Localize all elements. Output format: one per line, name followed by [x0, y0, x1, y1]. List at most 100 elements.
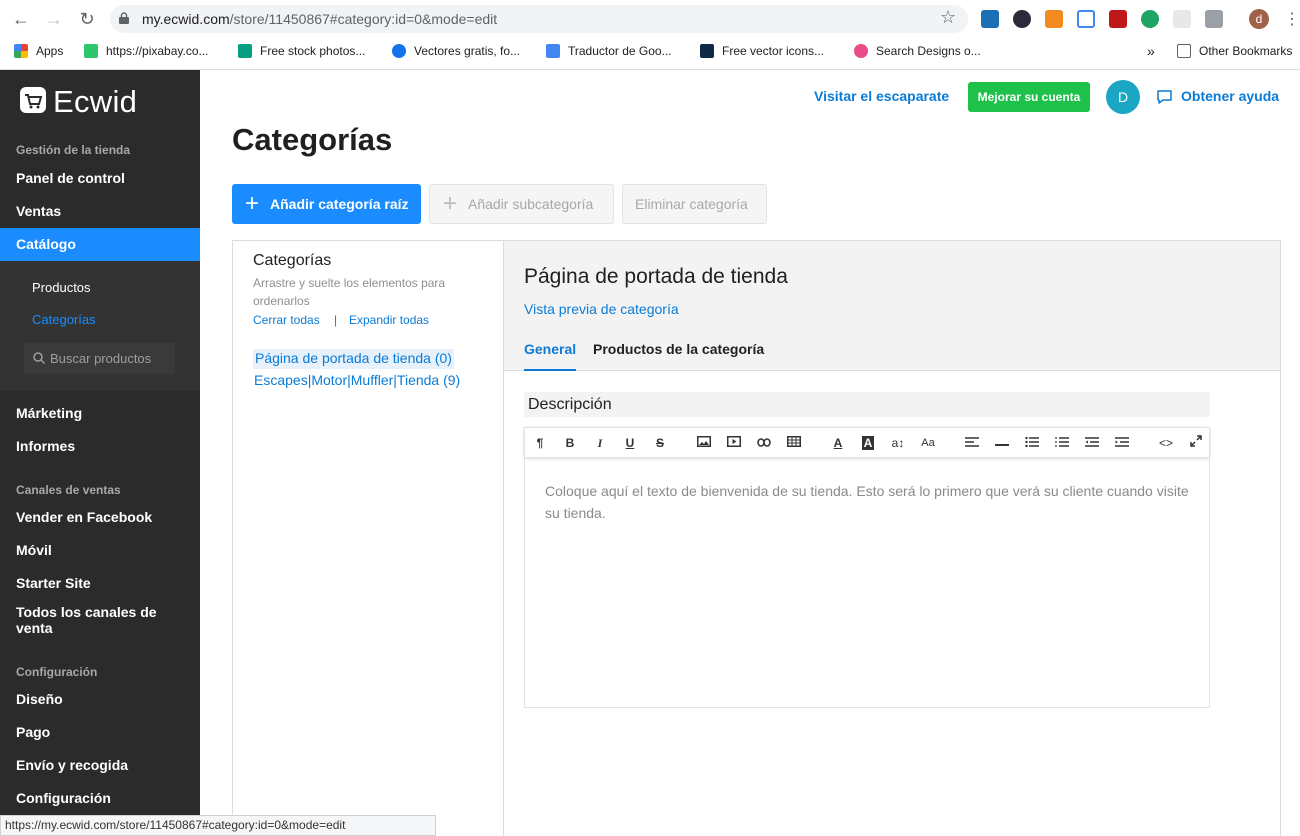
other-bookmarks[interactable]: Other Bookmarks: [1177, 41, 1292, 61]
category-title: Página de portada de tienda: [524, 265, 788, 288]
extension-check-icon[interactable]: [1141, 10, 1159, 28]
product-search-input[interactable]: Buscar productos: [24, 343, 175, 374]
indent-icon[interactable]: [1107, 428, 1137, 459]
tree-title: Categorías: [253, 252, 332, 269]
pexels-icon: [238, 44, 252, 58]
sidebar-item-payment[interactable]: Pago: [0, 716, 200, 749]
sidebar-item-design[interactable]: Diseño: [0, 683, 200, 716]
paragraph-icon[interactable]: ¶: [525, 428, 555, 459]
bookmark-apps[interactable]: Apps: [14, 41, 63, 61]
numbered-list-icon[interactable]: [1047, 428, 1077, 459]
bold-icon[interactable]: B: [555, 428, 585, 459]
video-icon[interactable]: [719, 428, 749, 459]
bookmark-translate[interactable]: Traductor de Goo...: [546, 41, 672, 61]
profile-avatar[interactable]: d: [1249, 9, 1269, 29]
extension-translate-icon[interactable]: [1077, 10, 1095, 28]
visit-storefront-link[interactable]: Visitar el escaparate: [814, 88, 949, 104]
tree-node-escapes[interactable]: Escapes|Motor|Muffler|Tienda (9): [254, 372, 460, 388]
sidebar-item-mobile[interactable]: Móvil: [0, 534, 200, 567]
chat-bubble-icon[interactable]: [1156, 89, 1173, 105]
sidebar-item-settings[interactable]: Configuración: [0, 782, 200, 815]
delete-category-button[interactable]: Eliminar categoría: [622, 184, 767, 224]
dribbble-icon: [854, 44, 868, 58]
description-editor[interactable]: Coloque aquí el texto de bienvenida de s…: [524, 458, 1210, 708]
image-icon[interactable]: [689, 428, 719, 459]
expand-all-link[interactable]: Expandir todas: [349, 313, 429, 327]
freepik-icon: [392, 44, 406, 58]
sidebar-item-starter-site[interactable]: Starter Site: [0, 567, 200, 600]
section-channels: Canales de ventas: [16, 483, 121, 497]
flaticon-icon: [700, 44, 714, 58]
account-avatar[interactable]: D: [1106, 80, 1140, 114]
brand-logo[interactable]: Ecwid: [53, 84, 137, 120]
tree-node-storefront[interactable]: Página de portada de tienda (0): [253, 349, 454, 369]
strikethrough-icon[interactable]: S: [645, 428, 675, 459]
extension-k-icon[interactable]: [1013, 10, 1031, 28]
sidebar-item-reports[interactable]: Informes: [0, 430, 200, 463]
sidebar-item-catalog[interactable]: Catálogo: [0, 228, 200, 261]
address-bar[interactable]: my.ecwid.com/store/11450867#category:id=…: [110, 5, 968, 33]
sidebar-item-marketing[interactable]: Márketing: [0, 397, 200, 430]
sidebar-item-all-channels[interactable]: Todos los canales de venta: [0, 604, 200, 640]
add-root-category-button[interactable]: + Añadir categoría raíz: [232, 184, 421, 224]
editor-toolbar: ¶ B I U S A A a↕ Aa <>: [524, 427, 1210, 458]
horizontal-rule-icon[interactable]: [987, 428, 1017, 459]
outdent-icon[interactable]: [1077, 428, 1107, 459]
sidebar-sub-products[interactable]: Productos: [32, 280, 91, 295]
font-color-icon[interactable]: A: [823, 428, 853, 459]
kebab-menu-icon[interactable]: ⋮: [1284, 9, 1300, 29]
forward-icon[interactable]: →: [43, 8, 65, 30]
font-size-icon[interactable]: a↕: [883, 428, 913, 459]
tree-hint: Arrastre y suelte los elementos para ord…: [253, 276, 446, 308]
italic-icon[interactable]: I: [585, 428, 615, 459]
lock-icon: [119, 12, 129, 24]
url-host: my.ecwid.com: [142, 11, 230, 27]
fullscreen-icon[interactable]: [1181, 428, 1211, 459]
bookmarks-overflow[interactable]: »: [1147, 41, 1155, 61]
tab-general[interactable]: General: [524, 341, 577, 371]
ecwid-cart-icon: [20, 87, 46, 113]
extension-mcafee-icon[interactable]: [1109, 10, 1127, 28]
tab-category-products[interactable]: Productos de la categoría: [593, 341, 764, 357]
background-color-icon[interactable]: A: [853, 428, 883, 459]
extension-puzzle-icon[interactable]: [1205, 10, 1223, 28]
font-family-icon[interactable]: Aa: [913, 428, 943, 459]
back-icon[interactable]: ←: [10, 8, 32, 30]
upgrade-button[interactable]: Mejorar su cuenta: [968, 82, 1090, 112]
category-preview-link[interactable]: Vista previa de categoría: [524, 301, 679, 317]
get-help-link[interactable]: Obtener ayuda: [1181, 88, 1279, 104]
bookmark-freepik[interactable]: Vectores gratis, fo...: [392, 41, 520, 61]
bookmark-dribbble[interactable]: Search Designs o...: [854, 41, 981, 61]
bookmark-pixabay[interactable]: https://pixabay.co...: [84, 41, 209, 61]
bookmark-pexels[interactable]: Free stock photos...: [238, 41, 365, 61]
reload-icon[interactable]: ↻: [76, 8, 98, 30]
underline-icon[interactable]: U: [615, 428, 645, 459]
sidebar-sub-categories[interactable]: Categorías: [32, 312, 96, 327]
editor-placeholder: Coloque aquí el texto de bienvenida de s…: [545, 483, 1189, 521]
apps-grid-icon: [14, 44, 28, 58]
sidebar-item-facebook[interactable]: Vender en Facebook: [0, 501, 200, 534]
pixabay-icon: [84, 44, 98, 58]
section-store: Gestión de la tienda: [16, 143, 131, 157]
table-icon[interactable]: [779, 428, 809, 459]
extension-s-icon[interactable]: [981, 10, 999, 28]
link-icon[interactable]: [749, 428, 779, 459]
page-title: Categorías: [232, 122, 393, 157]
sidebar-item-dashboard[interactable]: Panel de control: [0, 162, 200, 195]
extension-chart-icon[interactable]: [1045, 10, 1063, 28]
detail-header: Página de portada de tienda Vista previa…: [504, 241, 1280, 371]
code-view-icon[interactable]: <>: [1151, 428, 1181, 459]
sidebar-item-shipping[interactable]: Envío y recogida: [0, 749, 200, 782]
folder-icon: [1177, 44, 1191, 58]
align-left-icon[interactable]: [957, 428, 987, 459]
bullet-list-icon[interactable]: [1017, 428, 1047, 459]
add-subcategory-button[interactable]: + Añadir subcategoría: [429, 184, 614, 224]
sidebar-item-sales[interactable]: Ventas: [0, 195, 200, 228]
description-label: Descripción: [524, 392, 1210, 417]
collapse-all-link[interactable]: Cerrar todas: [253, 313, 320, 327]
bookmark-star-icon[interactable]: ☆: [940, 7, 956, 28]
extension-grey-icon[interactable]: [1173, 10, 1191, 28]
bookmark-flaticon[interactable]: Free vector icons...: [700, 41, 824, 61]
sidebar: Ecwid Gestión de la tienda Panel de cont…: [0, 70, 200, 836]
plus-icon: +: [245, 190, 260, 217]
